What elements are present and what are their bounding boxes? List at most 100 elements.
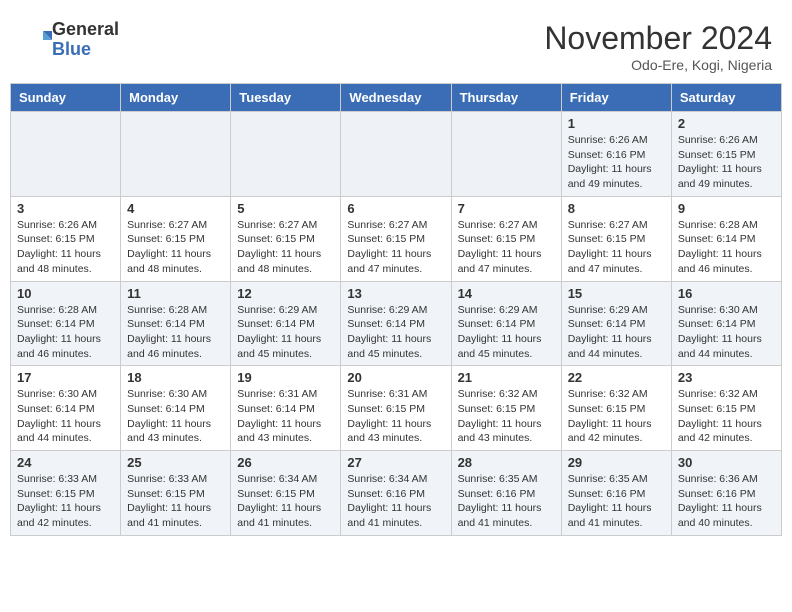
logo-general-text: General [52, 20, 119, 40]
table-row: 20 Sunrise: 6:31 AMSunset: 6:15 PMDayligh… [341, 366, 451, 451]
col-header-thursday: Thursday [451, 84, 561, 112]
day-number: 8 [568, 201, 665, 216]
calendar-week-row: 17 Sunrise: 6:30 AMSunset: 6:14 PMDayligh… [11, 366, 782, 451]
table-row: 9 Sunrise: 6:28 AMSunset: 6:14 PMDaylight… [671, 196, 781, 281]
day-number: 23 [678, 370, 775, 385]
table-row: 29 Sunrise: 6:35 AMSunset: 6:16 PMDayligh… [561, 451, 671, 536]
day-info: Sunrise: 6:33 AMSunset: 6:15 PMDaylight:… [127, 472, 224, 531]
day-number: 18 [127, 370, 224, 385]
col-header-saturday: Saturday [671, 84, 781, 112]
title-section: November 2024 Odo-Ere, Kogi, Nigeria [544, 20, 772, 73]
day-info: Sunrise: 6:28 AMSunset: 6:14 PMDaylight:… [678, 218, 775, 277]
day-number: 29 [568, 455, 665, 470]
table-row: 4Sunrise: 6:27 AMSunset: 6:15 PMDaylight… [121, 196, 231, 281]
day-number: 7 [458, 201, 555, 216]
table-row [231, 112, 341, 197]
day-info: Sunrise: 6:36 AMSunset: 6:16 PMDaylight:… [678, 472, 775, 531]
calendar-week-row: 24 Sunrise: 6:33 AMSunset: 6:15 PMDayligh… [11, 451, 782, 536]
day-number: 28 [458, 455, 555, 470]
table-row: 1 Sunrise: 6:26 AMSunset: 6:16 PMDaylight… [561, 112, 671, 197]
table-row: 14Sunrise: 6:29 AMSunset: 6:14 PMDayligh… [451, 281, 561, 366]
calendar-header-row: SundayMondayTuesdayWednesdayThursdayFrid… [11, 84, 782, 112]
table-row: 15 Sunrise: 6:29 AMSunset: 6:14 PMDayligh… [561, 281, 671, 366]
day-number: 22 [568, 370, 665, 385]
day-info: Sunrise: 6:28 AMSunset: 6:14 PMDaylight:… [17, 303, 114, 362]
logo-text: General Blue [52, 20, 119, 60]
day-info: Sunrise: 6:26 AMSunset: 6:16 PMDaylight:… [568, 133, 665, 192]
table-row: 11Sunrise: 6:28 AMSunset: 6:14 PMDayligh… [121, 281, 231, 366]
table-row: 7Sunrise: 6:27 AMSunset: 6:15 PMDaylight… [451, 196, 561, 281]
day-info: Sunrise: 6:29 AMSunset: 6:14 PMDaylight:… [237, 303, 334, 362]
table-row: 13Sunrise: 6:29 AMSunset: 6:14 PMDayligh… [341, 281, 451, 366]
col-header-sunday: Sunday [11, 84, 121, 112]
logo-icon [22, 25, 52, 55]
col-header-tuesday: Tuesday [231, 84, 341, 112]
day-info: Sunrise: 6:30 AMSunset: 6:14 PMDaylight:… [17, 387, 114, 446]
table-row [11, 112, 121, 197]
calendar-week-row: 10 Sunrise: 6:28 AMSunset: 6:14 PMDayligh… [11, 281, 782, 366]
calendar-week-row: 1 Sunrise: 6:26 AMSunset: 6:16 PMDaylight… [11, 112, 782, 197]
day-info: Sunrise: 6:34 AMSunset: 6:15 PMDaylight:… [237, 472, 334, 531]
table-row [341, 112, 451, 197]
day-info: Sunrise: 6:34 AMSunset: 6:16 PMDaylight:… [347, 472, 444, 531]
table-row: 5Sunrise: 6:27 AMSunset: 6:15 PMDaylight… [231, 196, 341, 281]
day-info: Sunrise: 6:29 AMSunset: 6:14 PMDaylight:… [458, 303, 555, 362]
day-info: Sunrise: 6:30 AMSunset: 6:14 PMDaylight:… [678, 303, 775, 362]
table-row: 17 Sunrise: 6:30 AMSunset: 6:14 PMDayligh… [11, 366, 121, 451]
day-info: Sunrise: 6:27 AMSunset: 6:15 PMDaylight:… [237, 218, 334, 277]
day-info: Sunrise: 6:29 AMSunset: 6:14 PMDaylight:… [568, 303, 665, 362]
day-info: Sunrise: 6:26 AMSunset: 6:15 PMDaylight:… [678, 133, 775, 192]
table-row [451, 112, 561, 197]
day-info: Sunrise: 6:27 AMSunset: 6:15 PMDaylight:… [568, 218, 665, 277]
day-number: 17 [17, 370, 114, 385]
day-number: 9 [678, 201, 775, 216]
day-number: 4 [127, 201, 224, 216]
table-row: 27 Sunrise: 6:34 AMSunset: 6:16 PMDayligh… [341, 451, 451, 536]
location-text: Odo-Ere, Kogi, Nigeria [544, 57, 772, 73]
table-row: 3 Sunrise: 6:26 AMSunset: 6:15 PMDaylight… [11, 196, 121, 281]
day-info: Sunrise: 6:31 AMSunset: 6:15 PMDaylight:… [347, 387, 444, 446]
page-header: General Blue November 2024 Odo-Ere, Kogi… [10, 10, 782, 78]
calendar-table: SundayMondayTuesdayWednesdayThursdayFrid… [10, 83, 782, 536]
day-info: Sunrise: 6:33 AMSunset: 6:15 PMDaylight:… [17, 472, 114, 531]
day-info: Sunrise: 6:35 AMSunset: 6:16 PMDaylight:… [568, 472, 665, 531]
table-row: 30 Sunrise: 6:36 AMSunset: 6:16 PMDayligh… [671, 451, 781, 536]
day-number: 2 [678, 116, 775, 131]
table-row: 12 Sunrise: 6:29 AMSunset: 6:14 PMDayligh… [231, 281, 341, 366]
day-number: 12 [237, 286, 334, 301]
day-number: 30 [678, 455, 775, 470]
table-row [121, 112, 231, 197]
day-number: 19 [237, 370, 334, 385]
day-number: 1 [568, 116, 665, 131]
day-info: Sunrise: 6:32 AMSunset: 6:15 PMDaylight:… [678, 387, 775, 446]
table-row: 21Sunrise: 6:32 AMSunset: 6:15 PMDayligh… [451, 366, 561, 451]
table-row: 25Sunrise: 6:33 AMSunset: 6:15 PMDayligh… [121, 451, 231, 536]
day-number: 27 [347, 455, 444, 470]
month-title: November 2024 [544, 20, 772, 57]
calendar-week-row: 3 Sunrise: 6:26 AMSunset: 6:15 PMDaylight… [11, 196, 782, 281]
logo: General Blue [20, 20, 119, 60]
day-number: 13 [347, 286, 444, 301]
col-header-wednesday: Wednesday [341, 84, 451, 112]
day-number: 6 [347, 201, 444, 216]
col-header-friday: Friday [561, 84, 671, 112]
day-number: 15 [568, 286, 665, 301]
table-row: 24 Sunrise: 6:33 AMSunset: 6:15 PMDayligh… [11, 451, 121, 536]
table-row: 19 Sunrise: 6:31 AMSunset: 6:14 PMDayligh… [231, 366, 341, 451]
day-number: 10 [17, 286, 114, 301]
day-info: Sunrise: 6:31 AMSunset: 6:14 PMDaylight:… [237, 387, 334, 446]
day-info: Sunrise: 6:26 AMSunset: 6:15 PMDaylight:… [17, 218, 114, 277]
table-row: 18 Sunrise: 6:30 AMSunset: 6:14 PMDayligh… [121, 366, 231, 451]
day-info: Sunrise: 6:28 AMSunset: 6:14 PMDaylight:… [127, 303, 224, 362]
day-number: 3 [17, 201, 114, 216]
day-number: 20 [347, 370, 444, 385]
table-row: 22Sunrise: 6:32 AMSunset: 6:15 PMDayligh… [561, 366, 671, 451]
table-row: 23 Sunrise: 6:32 AMSunset: 6:15 PMDayligh… [671, 366, 781, 451]
table-row: 6Sunrise: 6:27 AMSunset: 6:15 PMDaylight… [341, 196, 451, 281]
table-row: 16Sunrise: 6:30 AMSunset: 6:14 PMDayligh… [671, 281, 781, 366]
logo-blue-text: Blue [52, 40, 119, 60]
table-row: 2 Sunrise: 6:26 AMSunset: 6:15 PMDaylight… [671, 112, 781, 197]
day-info: Sunrise: 6:30 AMSunset: 6:14 PMDaylight:… [127, 387, 224, 446]
day-info: Sunrise: 6:35 AMSunset: 6:16 PMDaylight:… [458, 472, 555, 531]
day-number: 24 [17, 455, 114, 470]
